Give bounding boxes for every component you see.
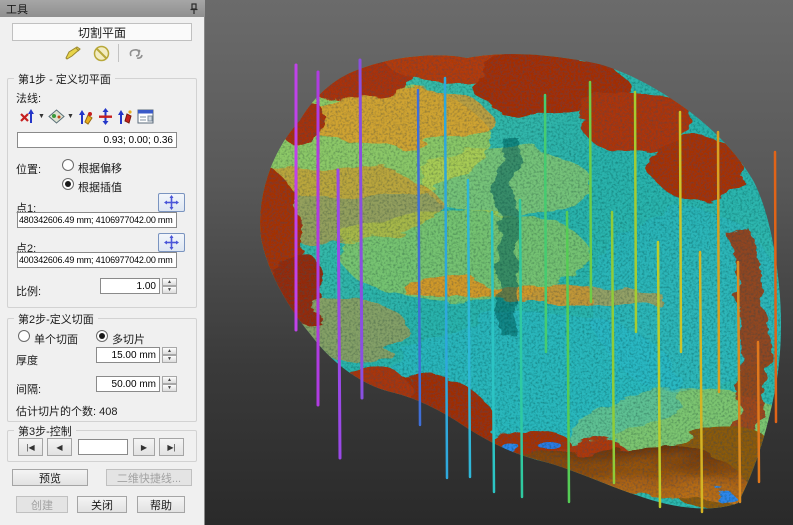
shortcut-2d-button[interactable]: 二维快捷线...	[106, 469, 192, 486]
point1-pick-button[interactable]	[158, 193, 185, 212]
step2-group-label: 第2步-定义切面	[14, 311, 98, 327]
delete-plane-icon[interactable]	[90, 43, 112, 63]
pointcloud-scene	[205, 0, 793, 525]
scale-spin-up-icon[interactable]: ▲	[162, 278, 177, 286]
borehole-line	[590, 82, 591, 302]
nav-next-button[interactable]: ▶	[133, 438, 155, 456]
radio-single-section[interactable]	[18, 330, 30, 342]
borehole-line	[758, 342, 759, 482]
borehole-line	[718, 132, 719, 392]
normal-plane-caret-icon[interactable]: ▼	[67, 113, 74, 120]
radio-by-interpolation-label[interactable]: 根据插值	[78, 179, 122, 195]
radio-multi-slices[interactable]	[96, 330, 108, 342]
point1-input[interactable]	[17, 212, 177, 228]
thickness-spin-down-icon[interactable]: ▼	[162, 355, 177, 363]
nav-prev-icon: ◀	[56, 443, 62, 452]
panel-title: 工具	[6, 1, 189, 17]
scale-label: 比例:	[16, 283, 41, 299]
radio-by-interpolation[interactable]	[62, 178, 74, 190]
nav-last-icon: ▶|	[167, 443, 175, 452]
normal-icon-row: ▼ ▼	[18, 108, 154, 125]
normal-label: 法线:	[16, 90, 41, 106]
step3-group-label: 第3步-控制	[14, 423, 76, 439]
normal-vector-input[interactable]	[17, 132, 177, 148]
tools-dock-panel: 工具 切割平面	[0, 0, 205, 525]
interval-spin-down-icon[interactable]: ▼	[162, 384, 177, 392]
normal-edit-plane-icon[interactable]	[116, 108, 134, 125]
thickness-label: 厚度	[16, 352, 38, 368]
thickness-spinner: ▲ ▼	[162, 347, 177, 363]
normal-invert-caret-icon[interactable]: ▼	[38, 113, 45, 120]
point2-input[interactable]	[17, 252, 177, 268]
nav-next-icon: ▶	[141, 443, 147, 452]
nav-prev-button[interactable]: ◀	[47, 438, 72, 456]
edit-plane-icon[interactable]	[62, 43, 84, 63]
normal-edit-points-icon[interactable]	[76, 108, 94, 125]
borehole-line	[680, 112, 681, 352]
interval-input[interactable]	[96, 376, 160, 392]
help-button-label: 帮助	[150, 497, 172, 513]
toolbar-separator	[118, 44, 119, 62]
normal-plane-icon[interactable]	[47, 108, 65, 125]
create-button[interactable]: 创建	[16, 496, 68, 513]
nav-first-button[interactable]: |◀	[18, 438, 43, 456]
slice-count-value: 408	[99, 406, 117, 418]
point2-pick-button[interactable]	[158, 233, 185, 252]
nav-last-button[interactable]: ▶|	[159, 438, 184, 456]
interval-spinner: ▲ ▼	[162, 376, 177, 392]
slice-count-estimate: 估计切片的个数: 408	[16, 403, 117, 419]
nav-first-icon: |◀	[26, 443, 34, 452]
borehole-line	[775, 152, 776, 422]
thickness-input[interactable]	[96, 347, 160, 363]
scale-spinner: ▲ ▼	[162, 278, 177, 294]
close-button-label: 关闭	[91, 497, 113, 513]
scale-input[interactable]	[100, 278, 160, 294]
application-window: 工具 切割平面	[0, 0, 793, 525]
close-button[interactable]: 关闭	[77, 496, 127, 513]
borehole-line	[338, 170, 340, 458]
step1-group-label: 第1步 - 定义切平面	[14, 71, 115, 87]
dialog-title: 切割平面	[78, 24, 126, 41]
rock-pointcloud	[220, 40, 793, 520]
slice-position-input[interactable]	[78, 439, 128, 455]
borehole-line	[360, 60, 362, 398]
normal-invert-icon[interactable]	[18, 108, 36, 125]
preview-button[interactable]: 预览	[12, 469, 88, 486]
pin-icon[interactable]	[189, 3, 199, 15]
scale-spin-down-icon[interactable]: ▼	[162, 286, 177, 294]
help-button[interactable]: 帮助	[137, 496, 185, 513]
borehole-line	[635, 92, 636, 332]
dialog-header: 切割平面	[12, 23, 192, 41]
viewport-3d[interactable]	[205, 0, 793, 525]
radio-by-offset-label[interactable]: 根据偏移	[78, 160, 122, 176]
radio-by-offset[interactable]	[62, 159, 74, 171]
position-label: 位置:	[16, 161, 41, 177]
pick-point-icon	[164, 195, 179, 210]
snap-mode-icon[interactable]	[125, 43, 147, 63]
shortcut-2d-button-label: 二维快捷线...	[117, 470, 181, 486]
interval-spin-up-icon[interactable]: ▲	[162, 376, 177, 384]
radio-single-section-label[interactable]: 单个切面	[34, 331, 78, 347]
preview-button-label: 预览	[39, 470, 61, 486]
pick-point-icon	[164, 235, 179, 250]
borehole-line	[545, 95, 546, 352]
normal-axis-icon[interactable]	[96, 108, 114, 125]
thickness-spin-up-icon[interactable]: ▲	[162, 347, 177, 355]
normal-dialog-icon[interactable]	[136, 108, 154, 125]
plane-toolbar	[62, 42, 162, 64]
panel-titlebar[interactable]: 工具	[0, 0, 205, 17]
create-button-label: 创建	[31, 497, 53, 513]
radio-multi-slices-label[interactable]: 多切片	[112, 331, 145, 347]
interval-label: 间隔:	[16, 381, 41, 397]
slice-count-label: 估计切片的个数:	[16, 406, 96, 418]
